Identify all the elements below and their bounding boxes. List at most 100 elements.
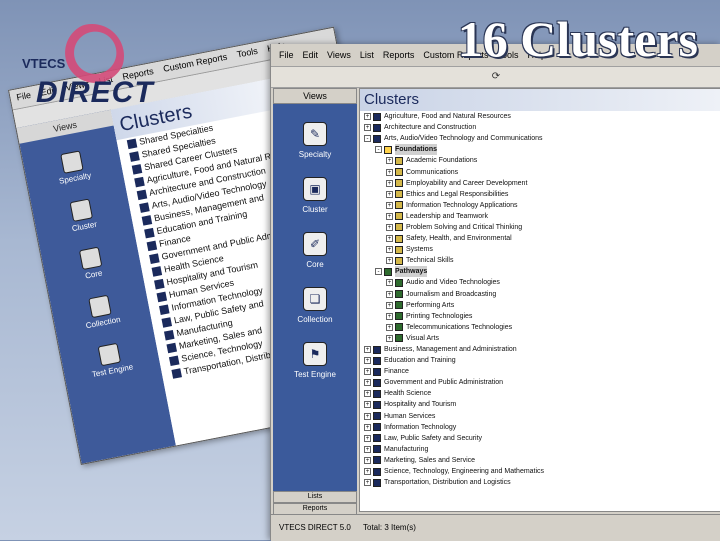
tree-row[interactable]: + Information Technology [360,422,720,433]
expand-icon[interactable]: + [364,456,371,464]
tree-row[interactable]: + Safety, Health, and Environmental [360,233,720,244]
expand-icon[interactable]: + [364,124,371,132]
expand-icon[interactable]: + [386,246,393,254]
tree-row[interactable]: + Problem Solving and Critical Thinking [360,222,720,233]
expand-icon[interactable]: + [386,279,393,287]
expand-icon[interactable]: + [386,235,393,243]
expand-icon[interactable]: + [386,157,393,165]
cluster-icon: ▣ [303,177,327,201]
tree-row[interactable]: + Finance [360,366,720,377]
expand-icon[interactable]: + [364,357,371,365]
expand-icon[interactable]: + [386,168,393,176]
tree-row[interactable]: + Health Science [360,388,720,399]
expand-icon[interactable]: + [364,434,371,442]
expand-icon[interactable]: + [364,113,371,121]
collection-icon: ❏ [303,287,327,311]
collapse-icon[interactable]: - [364,135,371,143]
tree-row[interactable]: + Employability and Career Development [360,178,720,189]
expand-icon[interactable]: + [364,401,371,409]
tree-row[interactable]: - Foundations [360,144,720,156]
tree-row[interactable]: + Law, Public Safety and Security [360,433,720,444]
tree-row[interactable]: + Leadership and Teamwork [360,211,720,222]
tree-row[interactable]: + Architecture and Construction [360,122,720,133]
back-cluster-icon [164,330,175,341]
tree-row[interactable]: + Business, Management and Administration [360,344,720,355]
expand-icon[interactable]: + [364,412,371,420]
tree-row[interactable]: + Audio and Video Technologies [360,277,720,288]
expand-icon[interactable]: + [386,301,393,309]
expand-icon[interactable]: + [364,368,371,376]
tree-row[interactable]: + Education and Training [360,355,720,366]
menu-reports[interactable]: Reports [383,50,415,60]
tree-row[interactable]: + Telecommunications Technologies [360,322,720,333]
nav-button-lists[interactable]: Lists [273,491,357,503]
menu-file[interactable]: File [279,50,294,60]
expand-icon[interactable]: + [364,423,371,431]
expand-icon[interactable]: + [364,390,371,398]
tree-row[interactable]: + Transportation, Distribution and Logist… [360,477,720,488]
found-icon [395,179,403,188]
expand-icon[interactable]: + [386,290,393,298]
view-item-specialty[interactable]: ✎ Specialty [273,122,357,159]
expand-icon[interactable]: + [386,312,393,320]
tree-row[interactable]: + Government and Public Administration [360,377,720,388]
collapse-icon[interactable]: - [375,268,382,276]
cluster-icon [373,123,381,132]
tree-row[interactable]: + Manufacturing [360,444,720,455]
menu-views[interactable]: Views [327,50,351,60]
tree-row[interactable]: + Human Services [360,411,720,422]
tree-row[interactable]: + Journalism and Broadcasting [360,289,720,300]
view-item-collection[interactable]: ❏ Collection [273,287,357,324]
tree-row[interactable]: - Arts, Audio/Video Technology and Commun… [360,133,720,144]
expand-icon[interactable]: + [364,468,371,476]
tree-row[interactable]: - Pathways [360,266,720,278]
expand-icon[interactable]: + [386,223,393,231]
tree-row[interactable]: + Printing Technologies [360,311,720,322]
menu-list[interactable]: List [360,50,374,60]
expand-icon[interactable]: + [386,190,393,198]
menu-edit[interactable]: Edit [303,50,319,60]
found-icon [395,201,403,210]
cluster-icon [373,356,381,365]
back-cluster-icon [126,138,138,150]
back-view-icon [97,342,122,367]
tree-row[interactable]: + Academic Foundations [360,155,720,166]
tree-row[interactable]: + Ethics and Legal Responsibilities [360,189,720,200]
cluster-icon [373,423,381,432]
tree-row[interactable]: + Systems [360,244,720,255]
expand-icon[interactable]: + [386,323,393,331]
tree-row-label: Ethics and Legal Responsibilities [406,190,509,198]
tree-row-label: Hospitality and Tourism [384,401,457,409]
tree-row[interactable]: + Technical Skills [360,255,720,266]
expand-icon[interactable]: + [386,212,393,220]
tree-row[interactable]: + Communications [360,166,720,177]
expand-icon[interactable]: + [386,257,393,265]
view-item-test-engine[interactable]: ⚑ Test Engine [273,342,357,379]
tree-row-label: Visual Arts [406,334,439,342]
expand-icon[interactable]: + [364,445,371,453]
tree-row[interactable]: + Visual Arts [360,333,720,344]
back-cluster-icon [151,266,163,277]
path-icon [395,290,403,299]
expand-icon[interactable]: + [386,179,393,187]
expand-icon[interactable]: + [364,379,371,387]
tree-row[interactable]: + Performing Arts [360,300,720,311]
tree-row-label: Academic Foundations [406,157,478,165]
expand-icon[interactable]: + [364,346,371,354]
expand-icon[interactable]: + [364,479,371,487]
view-item-core[interactable]: ✐ Core [273,232,357,269]
tree-row[interactable]: + Agriculture, Food and Natural Resources [360,111,720,122]
tree-row[interactable]: + Hospitality and Tourism [360,399,720,410]
view-item-cluster[interactable]: ▣ Cluster [273,177,357,214]
collapse-icon[interactable]: - [375,146,382,154]
tree-row[interactable]: + Science, Technology, Engineering and Ma… [360,466,720,477]
tree-row[interactable]: + Information Technology Applications [360,200,720,211]
refresh-icon[interactable]: ⟳ [490,71,502,83]
view-item-label: Test Engine [294,370,336,379]
expand-icon[interactable]: + [386,334,393,342]
views-panel: Views ✎ Specialty ▣ Cluster ✐ Core ❏ Collection… [273,88,357,498]
app-window: File Edit Views List Reports Custom Reports To… [270,44,720,541]
tree-row[interactable]: + Marketing, Sales and Service [360,455,720,466]
status-total: Total: 3 Item(s) [363,523,416,532]
expand-icon[interactable]: + [386,201,393,209]
